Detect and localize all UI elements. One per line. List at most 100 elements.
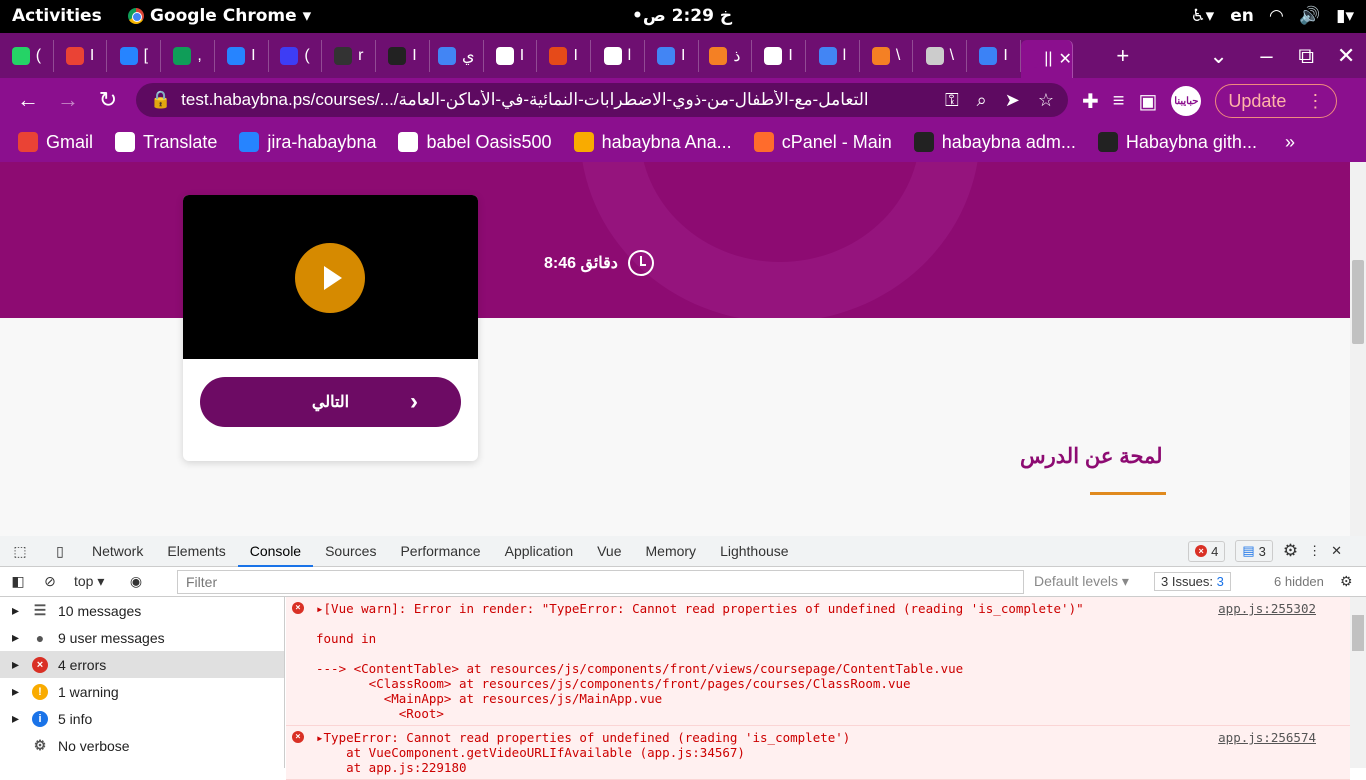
console-settings-icon[interactable]: ⚙ (1340, 573, 1353, 590)
sidebar-item[interactable]: ⚙ No verbose (0, 732, 284, 759)
bookmark-item[interactable]: Gmail (18, 132, 93, 153)
sidepanel-icon[interactable]: ▣ (1138, 89, 1157, 114)
eye-icon[interactable]: ◉ (116, 573, 156, 590)
console-scrollbar-thumb[interactable] (1352, 615, 1364, 651)
devtools-tab[interactable]: Memory (634, 536, 709, 567)
log-levels-select[interactable]: Default levels ▾ (1034, 573, 1129, 590)
context-select[interactable]: top ▾ (64, 573, 116, 590)
clear-console-icon[interactable]: ⊘ (36, 573, 64, 590)
lock-icon[interactable]: 🔒 (150, 90, 171, 110)
sidebar-item[interactable]: ▸ ☰ 10 messages (0, 597, 284, 624)
maximize-icon[interactable]: ⧉ (1286, 43, 1326, 69)
expand-arrow-icon[interactable]: ▸ (12, 683, 22, 700)
browser-tab[interactable]: || ✕ (1020, 40, 1073, 78)
media-icon[interactable]: ≡ (1113, 90, 1125, 113)
browser-tab[interactable]: I (376, 39, 430, 72)
browser-tab[interactable]: \ (860, 39, 914, 72)
console-scrollbar[interactable] (1350, 597, 1366, 768)
send-icon[interactable]: ➤ (1005, 90, 1020, 111)
devtools-tab[interactable]: Elements (155, 536, 237, 567)
browser-tab[interactable]: I (484, 39, 538, 72)
tab-search-icon[interactable]: ⌄ (1199, 43, 1239, 69)
volume-icon[interactable]: 🔊 (1299, 6, 1320, 26)
browser-tab[interactable]: l (591, 39, 645, 72)
devtools-tab[interactable]: Performance (388, 536, 492, 567)
battery-icon[interactable]: ▮▾ (1336, 6, 1354, 26)
avatar[interactable]: حبايبنا (1171, 86, 1202, 116)
devtools-tab[interactable]: Console (237, 536, 314, 567)
browser-tab[interactable]: r (322, 39, 377, 72)
browser-tab[interactable]: ذ (699, 39, 753, 72)
forward-button[interactable]: → (48, 87, 88, 113)
browser-tab[interactable]: I (537, 39, 592, 72)
activities-button[interactable]: Activities (12, 6, 102, 26)
browser-tab[interactable]: I (752, 39, 807, 72)
expand-arrow-icon[interactable]: ▸ (12, 602, 22, 619)
browser-tab[interactable]: ( (0, 39, 54, 72)
minimize-icon[interactable]: – (1247, 43, 1287, 69)
bookmark-item[interactable]: habaybna adm... (913, 132, 1076, 153)
devtools-tab[interactable]: Lighthouse (708, 536, 801, 567)
expand-arrow-icon[interactable]: ▸ (12, 656, 22, 673)
devtools-tab[interactable]: Application (493, 536, 586, 567)
message-counter[interactable]: ▤ 3 (1235, 540, 1273, 562)
error-counter[interactable]: × 4 (1188, 540, 1226, 562)
new-tab-icon[interactable]: + (1103, 43, 1143, 69)
device-toggle-icon[interactable]: ▯ (40, 543, 80, 560)
devtools-tab[interactable]: Sources (313, 536, 388, 567)
browser-tab[interactable]: I (967, 39, 1021, 72)
close-tab-icon[interactable]: ✕ (1059, 49, 1072, 69)
settings-icon[interactable]: ⚙ (1283, 541, 1298, 561)
accessibility-icon[interactable]: ♿▾ (1190, 6, 1214, 26)
bookmark-item[interactable]: cPanel - Main (753, 132, 892, 153)
browser-tab[interactable]: ( (269, 39, 323, 72)
filter-input[interactable]: Filter (177, 570, 1024, 594)
devtools-tab[interactable]: Network (80, 536, 155, 567)
more-icon[interactable]: ⋮ (1308, 543, 1321, 559)
console-error-entry[interactable]: × ▸[Vue warn]: Error in render: "TypeErro… (286, 597, 1350, 726)
scrollbar-thumb[interactable] (1352, 260, 1364, 344)
sidebar-item[interactable]: ▸ ● 9 user messages (0, 624, 284, 651)
source-link[interactable]: app.js:256574 (1218, 730, 1316, 745)
extensions-icon[interactable]: ✚ (1082, 89, 1099, 114)
sidebar-toggle-icon[interactable]: ◧ (0, 573, 36, 590)
play-icon[interactable] (295, 243, 365, 313)
address-bar[interactable]: 🔒 test.habaybna.ps/courses/.../التعامل-م… (136, 83, 1068, 117)
bookmarks-overflow-icon[interactable]: » (1285, 132, 1295, 153)
close-icon[interactable]: ✕ (1331, 543, 1342, 559)
video-player[interactable] (183, 195, 478, 359)
system-tray[interactable]: ♿▾ en ◠ 🔊 ▮▾ (1190, 6, 1354, 26)
sidebar-item[interactable]: ▸! 1 warning (0, 678, 284, 705)
browser-tab[interactable]: ي (430, 39, 484, 72)
inspect-icon[interactable]: ⬚ (0, 543, 40, 560)
bookmark-star-icon[interactable]: ☆ (1038, 90, 1054, 111)
page-scrollbar[interactable] (1350, 162, 1366, 536)
browser-tab[interactable]: l (806, 39, 860, 72)
next-button[interactable]: التالي › (200, 377, 461, 427)
browser-tab[interactable]: I (645, 39, 699, 72)
sidebar-item[interactable]: ▸ × 4 errors (0, 651, 284, 678)
browser-tab[interactable]: I (54, 39, 108, 72)
browser-tab[interactable]: \ (913, 39, 968, 72)
issues-button[interactable]: 3 Issues: 3 (1154, 572, 1231, 591)
devtools-tab[interactable]: Vue (585, 536, 633, 567)
sidebar-item[interactable]: ▸ i 5 info (0, 705, 284, 732)
reload-button[interactable]: ↻ (88, 87, 128, 113)
close-window-icon[interactable]: ✕ (1326, 43, 1366, 69)
back-button[interactable]: ← (8, 87, 48, 113)
source-link[interactable]: app.js:255302 (1218, 601, 1316, 616)
language-indicator[interactable]: en (1230, 6, 1254, 26)
expand-arrow-icon[interactable]: ▸ (12, 629, 22, 646)
clock[interactable]: •خ 2:29 ص (632, 6, 732, 26)
url-text[interactable]: test.habaybna.ps/courses/.../التعامل-مع-… (181, 90, 945, 110)
bookmark-item[interactable]: Translate (115, 132, 217, 153)
console-error-entry[interactable]: × ▸TypeError: Cannot read properties of u… (286, 726, 1350, 780)
key-icon[interactable]: ⚿ (945, 90, 959, 111)
expand-arrow-icon[interactable]: ▸ (12, 710, 22, 727)
bookmark-item[interactable]: Habaybna gith... (1097, 132, 1257, 153)
browser-tab[interactable]: [ (107, 39, 162, 72)
bookmark-item[interactable]: habaybna Ana... (573, 132, 732, 153)
browser-tab[interactable]: , (161, 39, 215, 72)
app-menu[interactable]: Google Chrome ▾ (128, 6, 311, 26)
update-button[interactable]: Update ⋮ (1215, 84, 1338, 118)
